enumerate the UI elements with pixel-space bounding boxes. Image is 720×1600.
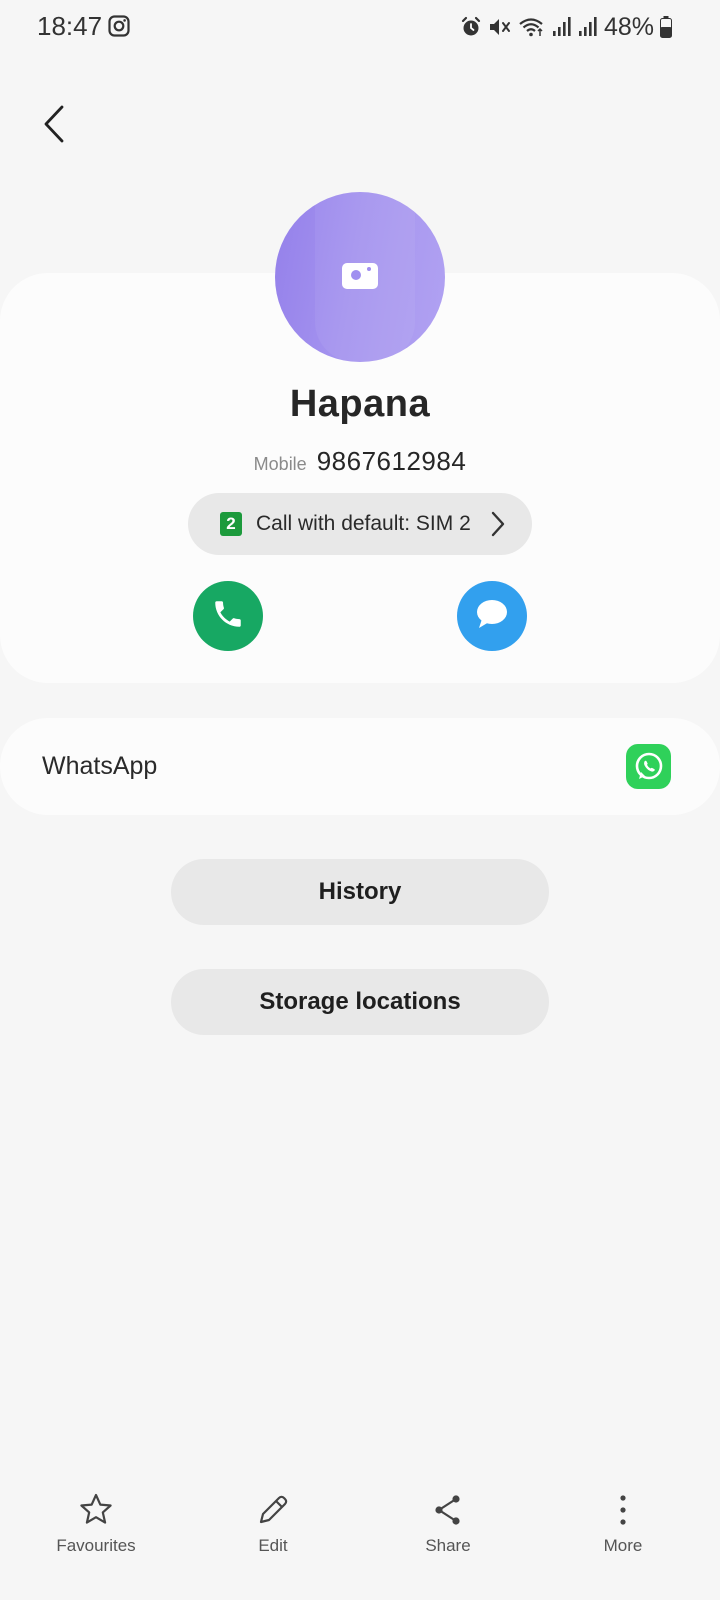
whatsapp-row[interactable]: WhatsApp [0,718,720,815]
status-time: 18:47 [37,11,103,41]
pencil-icon [255,1490,291,1530]
signal-icon [552,16,572,38]
battery-icon [660,16,672,38]
phone-icon [211,597,245,636]
sim-badge-icon: 2 [220,512,242,536]
message-button[interactable] [457,581,527,651]
star-icon [78,1490,114,1530]
instagram-icon [108,15,130,37]
message-icon [474,597,510,636]
number-type-label: Mobile [253,454,307,474]
contact-detail-screen: 18:47 48% Hapana Mobile 9867612984 2 Cal… [0,0,720,1600]
share-icon [430,1490,466,1530]
whatsapp-label: WhatsApp [42,752,158,780]
status-icons: 48% [460,12,672,41]
more-button[interactable]: More [553,1490,693,1570]
back-button[interactable] [34,104,74,148]
mute-icon [488,16,512,38]
contact-name: Hapana [289,383,431,425]
call-default-sim-button[interactable]: 2 Call with default: SIM 2 [188,493,532,555]
share-label: Share [425,1536,471,1555]
bottom-action-bar: Favourites Edit Share More [0,1490,720,1600]
wifi-icon [518,16,546,38]
contact-avatar[interactable] [275,192,445,362]
more-label: More [603,1536,643,1555]
phone-number: 9867612984 [316,446,467,476]
favourites-label: Favourites [56,1536,136,1555]
alarm-icon [460,16,482,38]
share-button[interactable]: Share [378,1490,518,1570]
favourites-button[interactable]: Favourites [26,1490,166,1570]
call-button[interactable] [193,581,263,651]
chevron-right-icon [490,511,506,542]
phone-number-row[interactable]: Mobile 9867612984 [0,446,720,477]
history-button[interactable]: History [171,859,549,925]
camera-icon [342,261,378,294]
chevron-left-icon [42,105,66,148]
storage-locations-button[interactable]: Storage locations [171,969,549,1035]
whatsapp-icon[interactable] [626,744,671,789]
battery-percent: 48% [603,12,654,41]
signal-icon [578,16,598,38]
call-default-label: Call with default: SIM 2 [256,512,471,535]
status-bar: 18:47 48% [0,0,720,54]
edit-button[interactable]: Edit [203,1490,343,1570]
more-vertical-icon [605,1490,641,1530]
edit-label: Edit [258,1536,288,1555]
